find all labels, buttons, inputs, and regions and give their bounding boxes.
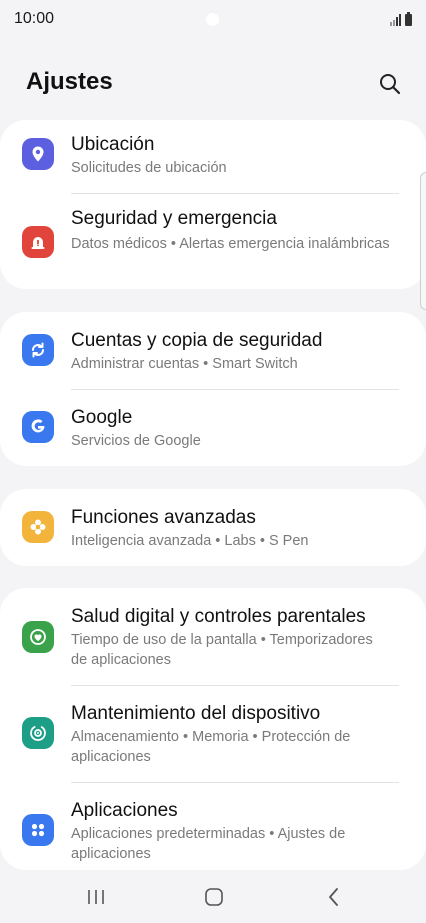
settings-item-apps[interactable]: Aplicaciones Aplicaciones predeterminada… bbox=[0, 782, 426, 870]
settings-item-digital-wellbeing[interactable]: Salud digital y controles parentales Tie… bbox=[0, 588, 426, 685]
device-care-icon bbox=[22, 717, 54, 749]
settings-item-advanced-features[interactable]: Funciones avanzadas Inteligencia avanzad… bbox=[0, 489, 426, 566]
status-icons bbox=[390, 12, 412, 26]
item-title: Seguridad y emergencia bbox=[71, 208, 277, 229]
item-title: Ubicación bbox=[71, 134, 155, 155]
item-subtitle: Almacenamiento • Memoria • Protección de… bbox=[71, 729, 351, 765]
item-subtitle: Administrar cuentas • Smart Switch bbox=[71, 356, 298, 372]
settings-item-device-care[interactable]: Mantenimiento del dispositivo Almacenami… bbox=[0, 685, 426, 782]
item-subtitle: Inteligencia avanzada • Labs • S Pen bbox=[71, 533, 309, 549]
settings-card-advanced: Funciones avanzadas Inteligencia avanzad… bbox=[0, 489, 426, 566]
back-icon bbox=[329, 888, 338, 906]
item-title: Aplicaciones bbox=[71, 800, 178, 821]
page-title: Ajustes bbox=[26, 68, 113, 95]
google-icon bbox=[22, 411, 54, 443]
settings-item-accounts[interactable]: Cuentas y copia de seguridad Administrar… bbox=[0, 312, 426, 389]
side-panel-handle[interactable] bbox=[420, 172, 426, 310]
item-subtitle: Aplicaciones predeterminadas • Ajustes d… bbox=[71, 826, 346, 862]
home-button[interactable] bbox=[194, 884, 234, 910]
item-title: Cuentas y copia de seguridad bbox=[71, 330, 323, 351]
settings-item-security[interactable]: Seguridad y emergencia Datos médicos • A… bbox=[0, 194, 426, 289]
back-button[interactable] bbox=[314, 884, 354, 910]
settings-item-google[interactable]: Google Servicios de Google bbox=[0, 389, 426, 466]
item-subtitle: Tiempo de uso de la pantalla • Temporiza… bbox=[71, 632, 373, 668]
location-pin-icon bbox=[22, 138, 54, 170]
signal-icon bbox=[390, 14, 401, 26]
settings-card-accounts: Cuentas y copia de seguridad Administrar… bbox=[0, 312, 426, 466]
alert-icon bbox=[22, 226, 54, 258]
item-title: Funciones avanzadas bbox=[71, 507, 256, 528]
apps-grid-icon bbox=[22, 814, 54, 846]
camera-cutout bbox=[206, 13, 219, 26]
status-time: 10:00 bbox=[14, 10, 55, 27]
search-button[interactable] bbox=[376, 70, 404, 98]
settings-screen: 10:00 Ajustes Ubicación Solicitudes de u… bbox=[0, 0, 426, 923]
settings-item-location[interactable]: Ubicación Solicitudes de ubicación bbox=[0, 120, 426, 194]
gear-flower-icon bbox=[22, 511, 54, 543]
item-title: Mantenimiento del dispositivo bbox=[71, 703, 321, 724]
item-subtitle: Datos médicos • Alertas emergencia inalá… bbox=[71, 236, 390, 252]
recent-apps-icon bbox=[88, 890, 104, 904]
home-icon bbox=[205, 888, 223, 906]
recent-apps-button[interactable] bbox=[76, 884, 116, 910]
item-title: Salud digital y controles parentales bbox=[71, 606, 366, 627]
navigation-bar bbox=[0, 870, 426, 923]
item-title: Google bbox=[71, 407, 133, 428]
item-subtitle: Solicitudes de ubicación bbox=[71, 160, 227, 176]
settings-card-privacy: Ubicación Solicitudes de ubicación Segur… bbox=[0, 120, 426, 289]
item-subtitle: Servicios de Google bbox=[71, 433, 201, 449]
settings-card-device: Salud digital y controles parentales Tie… bbox=[0, 588, 426, 870]
search-icon bbox=[380, 74, 401, 95]
battery-icon bbox=[405, 12, 412, 26]
sync-icon bbox=[22, 334, 54, 366]
heart-circle-icon bbox=[22, 621, 54, 653]
status-bar: 10:00 bbox=[0, 0, 426, 40]
